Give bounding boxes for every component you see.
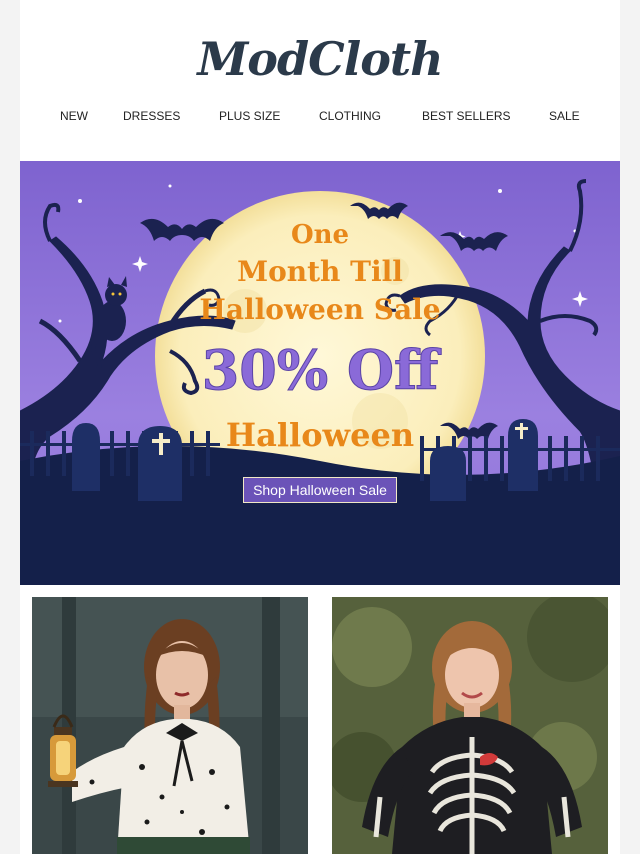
product-tile-1[interactable] (32, 597, 308, 854)
nav-clothing[interactable]: CLOTHING (319, 109, 381, 123)
modcloth-logo[interactable]: ModCloth (20, 32, 620, 86)
skeleton-sweater-photo (332, 597, 608, 854)
hero-line-5: Halloween (226, 416, 414, 454)
lantern-blouse-photo (32, 597, 308, 854)
hero-line-3: Halloween Sale (199, 293, 440, 326)
nav-best-sellers[interactable]: BEST SELLERS (422, 109, 511, 123)
nav-sale[interactable]: SALE (549, 109, 580, 123)
hero-discount: 30% Off (202, 338, 442, 402)
halloween-hero-banner[interactable]: One Month Till Halloween Sale 30% Off Ha… (20, 161, 620, 585)
shop-halloween-sale-button[interactable]: Shop Halloween Sale (243, 477, 397, 503)
product-tile-2[interactable] (332, 597, 608, 854)
hero-line-2: Month Till (237, 255, 403, 288)
email-container: ModCloth NEW DRESSES PLUS SIZE CLOTHING … (20, 0, 620, 854)
nav-plus-size[interactable]: PLUS SIZE (219, 109, 280, 123)
hero-line-1: One (291, 220, 349, 250)
hero-artwork: One Month Till Halloween Sale 30% Off Ha… (20, 161, 620, 585)
nav-dresses[interactable]: DRESSES (123, 109, 180, 123)
nav-new[interactable]: NEW (60, 109, 88, 123)
